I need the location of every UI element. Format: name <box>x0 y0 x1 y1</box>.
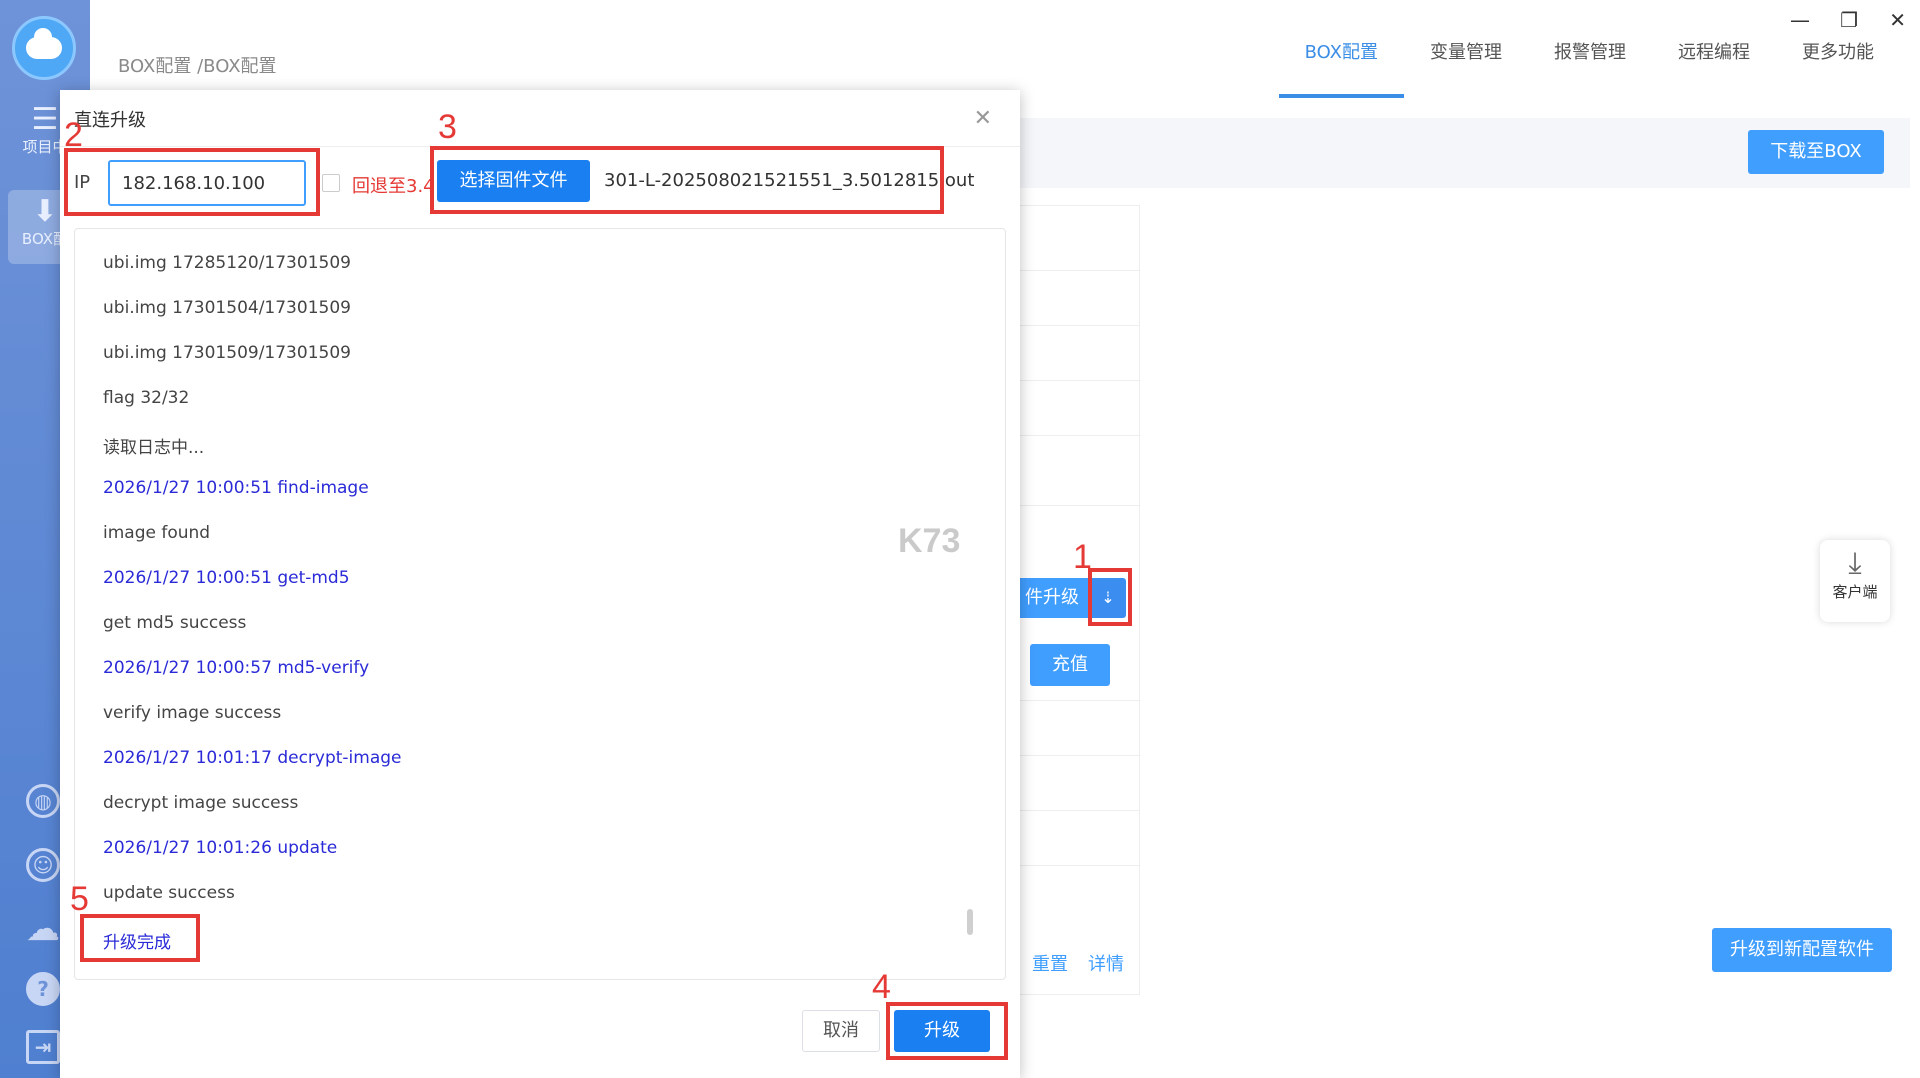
log-line: flag 32/32 <box>103 388 190 408</box>
details-link[interactable]: 详情 <box>1088 950 1124 976</box>
log-scrollbar[interactable] <box>967 909 973 935</box>
annotation-box <box>1088 568 1132 626</box>
log-line: 读取日志中... <box>103 438 205 458</box>
top-nav: BOX配置 变量管理 报警管理 远程编程 更多功能 <box>1278 44 1900 98</box>
log-line: ubi.img 17301509/17301509 <box>103 343 351 363</box>
tab-variables[interactable]: 变量管理 <box>1404 44 1528 98</box>
log-line: 2026/1/27 10:00:51 find-image <box>103 478 369 498</box>
maximize-icon[interactable]: ❐ <box>1840 8 1858 32</box>
dialog-title: 直连升级 <box>74 110 146 131</box>
annotation-box <box>430 146 944 214</box>
log-line: 2026/1/27 10:00:57 md5-verify <box>103 658 370 678</box>
app-logo <box>12 16 76 80</box>
tab-more[interactable]: 更多功能 <box>1776 44 1900 98</box>
tab-box-config[interactable]: BOX配置 <box>1278 44 1404 98</box>
firmware-upgrade-button[interactable]: 件升级 <box>1016 578 1088 618</box>
cloud-upload-icon[interactable]: ☁ <box>26 909 60 949</box>
tab-alarms[interactable]: 报警管理 <box>1528 44 1652 98</box>
upgrade-config-software-button[interactable]: 升级到新配置软件 <box>1712 928 1892 972</box>
direct-upgrade-dialog: 直连升级 ✕ IP 回退至3.4 选择固件文件 301-L-2025080215… <box>60 90 1020 1078</box>
log-line: ubi.img 17301504/17301509 <box>103 298 351 318</box>
tab-remote-programming[interactable]: 远程编程 <box>1652 44 1776 98</box>
client-label: 客户端 <box>1832 583 1878 601</box>
log-line: decrypt image success <box>103 793 299 813</box>
annotation-box <box>64 148 320 216</box>
breadcrumb: BOX配置 /BOX配置 <box>118 56 277 77</box>
log-line: 2026/1/27 10:01:17 decrypt-image <box>103 748 402 768</box>
log-line: ubi.img 17285120/17301509 <box>103 253 351 273</box>
log-line: verify image success <box>103 703 282 723</box>
help-icon[interactable]: ? <box>26 972 60 1006</box>
rollback-label: 回退至3.4 <box>352 176 435 197</box>
log-line: 2026/1/27 10:01:26 update <box>103 838 338 858</box>
cancel-button[interactable]: 取消 <box>802 1010 880 1052</box>
exit-icon[interactable]: ⇥ <box>26 1030 60 1064</box>
annotation-box <box>80 914 200 962</box>
client-download-widget[interactable]: ⤓ 客户端 <box>1820 540 1890 622</box>
annotation-number: 3 <box>438 108 457 146</box>
close-window-icon[interactable]: ✕ <box>1889 8 1906 32</box>
close-icon[interactable]: ✕ <box>974 106 992 131</box>
globe-icon[interactable]: ◍ <box>26 784 60 818</box>
watermark-logo: K73 <box>898 522 961 560</box>
log-line: image found <box>103 523 211 543</box>
download-to-box-button[interactable]: 下载至BOX <box>1748 130 1884 174</box>
log-line: update success <box>103 883 235 903</box>
cloud-icon <box>26 28 62 59</box>
minimize-icon[interactable]: — <box>1790 8 1810 32</box>
upgrade-log[interactable]: ubi.img 17285120/17301509 ubi.img 173015… <box>74 228 1006 980</box>
reset-link[interactable]: 重置 <box>1032 950 1068 976</box>
log-line: 2026/1/27 10:00:51 get-md5 <box>103 568 350 588</box>
recharge-button[interactable]: 充值 <box>1030 644 1110 686</box>
log-line: get md5 success <box>103 613 247 633</box>
download-box-icon: ⤓ <box>1848 546 1862 581</box>
user-icon[interactable]: ☺ <box>26 848 60 882</box>
annotation-box <box>886 1002 1008 1060</box>
rollback-checkbox[interactable] <box>322 174 340 192</box>
